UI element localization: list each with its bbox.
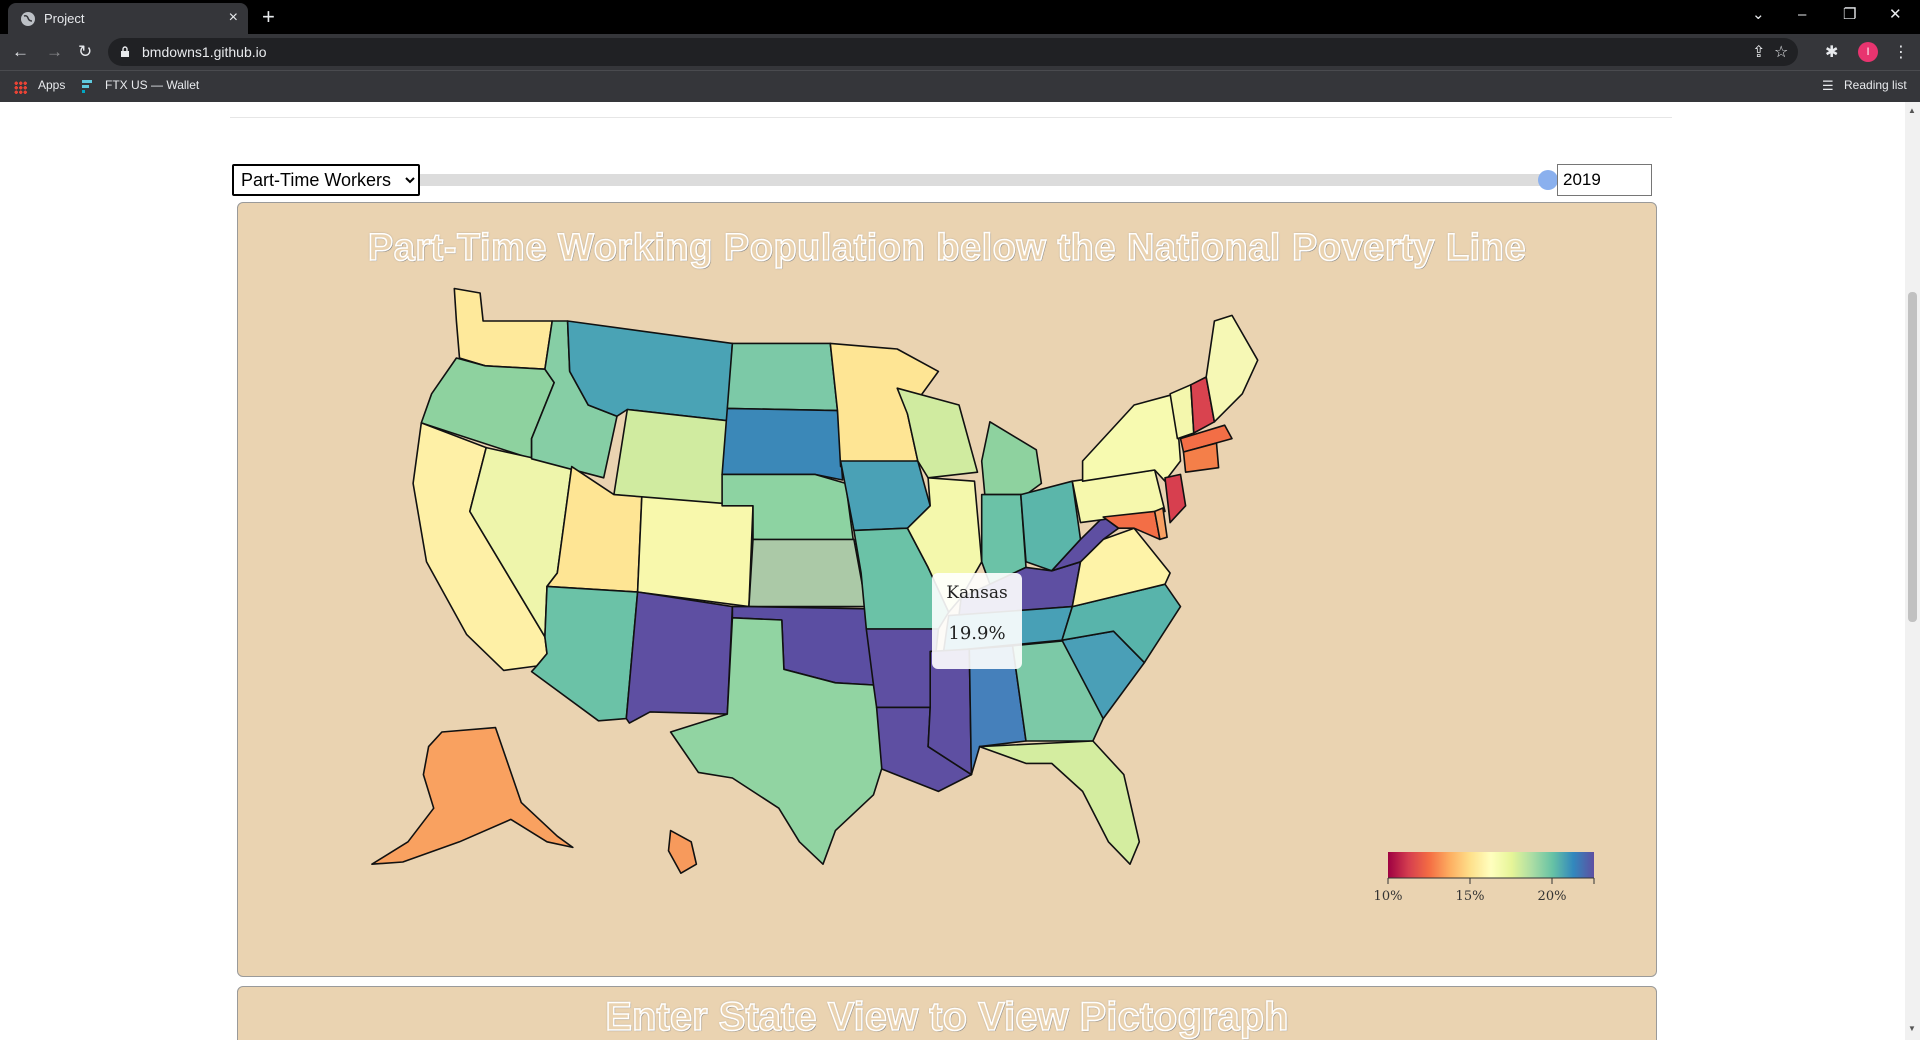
page-scrollbar[interactable]: ▲ ▼: [1905, 102, 1920, 1040]
close-window-icon[interactable]: ✕: [1889, 6, 1902, 24]
map-panel: 10% 15% 20% Part-Time Working Population…: [237, 202, 1657, 977]
back-arrow-icon[interactable]: ←: [12, 42, 29, 62]
tab-close-icon[interactable]: ×: [229, 9, 238, 27]
share-icon[interactable]: ⇪: [1752, 42, 1765, 62]
bookmark-star-icon[interactable]: ☆: [1774, 42, 1788, 62]
scroll-up-icon[interactable]: ▲: [1908, 106, 1916, 115]
legend-tick-label: 10%: [1374, 889, 1403, 904]
url-text: bmdowns1.github.io: [142, 44, 267, 60]
legend-gradient-bar: [1388, 852, 1594, 878]
tab-title: Project: [44, 11, 85, 26]
lock-icon: [121, 46, 129, 57]
apps-grid-icon: [14, 81, 27, 94]
new-tab-icon[interactable]: +: [262, 4, 275, 30]
tooltip-state-name: Kansas: [946, 583, 1008, 603]
scroll-down-icon[interactable]: ▼: [1908, 1024, 1916, 1033]
reading-list-label[interactable]: Reading list: [1844, 78, 1907, 92]
state-colorado[interactable]: [636, 496, 754, 608]
tooltip-value: 19.9%: [948, 623, 1006, 644]
state-new-jersey[interactable]: [1164, 473, 1187, 524]
browser-toolbar: ← → ↻ bmdowns1.github.io ⇪ ☆ ✱ I ⋮: [0, 34, 1920, 70]
state-michigan[interactable]: [980, 421, 1043, 496]
globe-icon: [21, 12, 35, 26]
legend-tick-label: 20%: [1538, 889, 1567, 904]
reload-icon[interactable]: ↻: [78, 42, 92, 62]
state-montana[interactable]: [566, 320, 734, 422]
profile-avatar[interactable]: I: [1858, 42, 1878, 62]
state-wyoming[interactable]: [613, 408, 729, 507]
year-slider-track[interactable]: [420, 174, 1556, 186]
state-new-mexico[interactable]: [625, 591, 734, 724]
forward-arrow-icon[interactable]: →: [46, 42, 63, 62]
state-arkansas[interactable]: [865, 628, 940, 709]
map-title-text: Part-Time Working Population below the N…: [367, 226, 1527, 270]
bookmarks-bar: Apps FTX US — Wallet ☰ Reading list: [0, 70, 1920, 102]
year-slider-thumb[interactable]: [1538, 170, 1558, 190]
state-hawaii[interactable]: [667, 829, 698, 874]
bookmark-apps[interactable]: Apps: [38, 78, 65, 92]
measure-select[interactable]: Part-Time Workers: [232, 164, 420, 196]
browser-tabbar: Project × + ⌄ – ❐ ✕: [0, 0, 1920, 34]
state-south-dakota[interactable]: [721, 407, 844, 481]
state-washington[interactable]: [453, 287, 553, 370]
legend-tick-label: 15%: [1456, 889, 1485, 904]
menu-dots-icon[interactable]: ⋮: [1893, 42, 1909, 62]
minimize-icon[interactable]: –: [1798, 6, 1806, 24]
restore-icon[interactable]: ❐: [1843, 6, 1856, 24]
ftx-icon: [82, 80, 92, 93]
state-florida[interactable]: [978, 740, 1141, 865]
bookmark-ftx-wallet[interactable]: FTX US — Wallet: [105, 78, 199, 92]
pictograph-title: Enter State View to View Pictograph: [605, 994, 1290, 1040]
address-bar[interactable]: bmdowns1.github.io ⇪ ☆: [108, 38, 1798, 66]
pictograph-panel: Enter State View to View Pictograph: [237, 986, 1657, 1040]
extensions-puzzle-icon[interactable]: ✱: [1825, 42, 1838, 62]
color-legend: 10% 15% 20%: [1374, 852, 1595, 904]
state-tooltip: Kansas 19.9%: [932, 573, 1022, 669]
state-arizona[interactable]: [530, 585, 639, 722]
reading-list-icon[interactable]: ☰: [1822, 78, 1834, 94]
divider: [230, 117, 1672, 118]
tab-search-chevron-icon[interactable]: ⌄: [1752, 6, 1765, 24]
scrollbar-thumb[interactable]: [1908, 292, 1917, 622]
year-input[interactable]: [1557, 164, 1652, 196]
state-north-dakota[interactable]: [726, 342, 839, 412]
page-content: Part-Time Workers 10% 15% 20% Part-Time …: [0, 102, 1905, 1040]
map-title: Part-Time Working Population below the N…: [238, 226, 1656, 270]
browser-tab[interactable]: Project ×: [8, 3, 248, 34]
state-maine[interactable]: [1205, 314, 1259, 423]
state-new-york[interactable]: [1081, 393, 1182, 482]
state-kansas[interactable]: [748, 538, 868, 608]
state-alaska[interactable]: [371, 726, 574, 865]
